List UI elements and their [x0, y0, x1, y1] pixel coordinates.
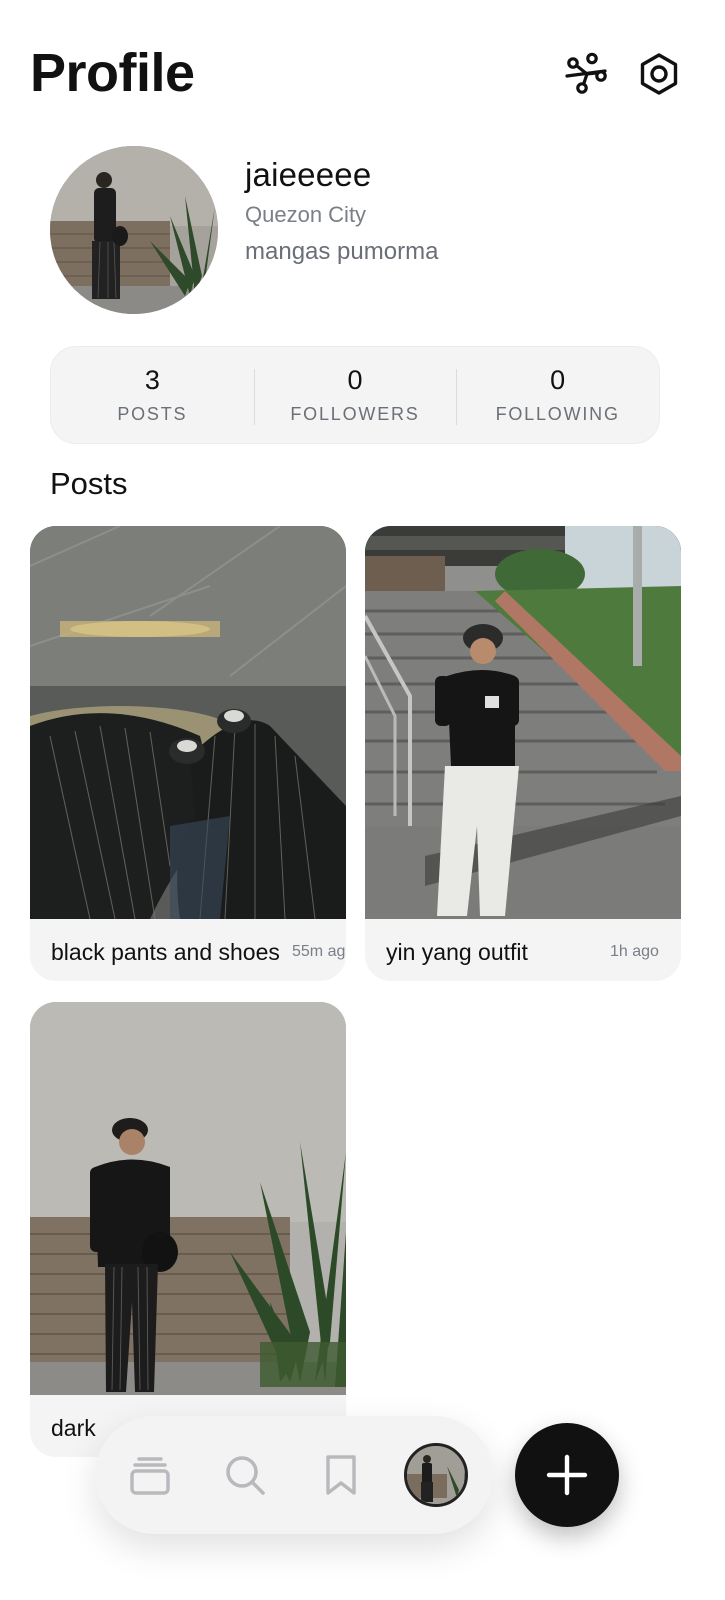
- share-nodes-icon[interactable]: [565, 52, 609, 96]
- header: Profile: [0, 0, 725, 140]
- username: jaieeeee: [245, 156, 372, 193]
- stat-label: POSTS: [117, 404, 188, 424]
- post-card[interactable]: black pants and shoes 55m ago: [30, 526, 346, 981]
- location: Quezon City: [245, 202, 367, 227]
- bottom-nav: [95, 1416, 493, 1534]
- stat-followers[interactable]: 0 FOLLOWERS: [253, 347, 457, 443]
- wall-outfit-photo: [30, 1002, 346, 1395]
- profile-text: jaieeeee Quezon City mangas pumorma: [245, 156, 438, 266]
- post-meta: yin yang outfit 1h ago: [365, 919, 681, 981]
- search-icon[interactable]: [215, 1445, 275, 1505]
- stat-label: FOLLOWING: [495, 404, 620, 424]
- post-title: yin yang outfit: [386, 939, 528, 965]
- posts-heading: Posts: [50, 466, 128, 501]
- stairs-outfit-photo: [365, 526, 681, 919]
- profile-avatar[interactable]: [404, 1443, 468, 1507]
- avatar[interactable]: [50, 146, 218, 314]
- stats-panel: 3 POSTS 0 FOLLOWERS 0 FOLLOWING: [50, 346, 660, 444]
- post-title: dark: [51, 1415, 96, 1441]
- post-card[interactable]: dark: [30, 1002, 346, 1457]
- bookmark-icon[interactable]: [311, 1445, 371, 1505]
- stat-value: 3: [144, 365, 160, 395]
- stat-posts[interactable]: 3 POSTS: [51, 347, 254, 443]
- post-time: 55m ago: [292, 943, 346, 960]
- profile-info: jaieeeee Quezon City mangas pumorma: [50, 146, 690, 316]
- post-time: 1h ago: [610, 943, 659, 960]
- feed-stack-icon[interactable]: [120, 1445, 180, 1505]
- stat-value: 0: [550, 365, 566, 395]
- plus-icon: [546, 1454, 588, 1496]
- page-title: Profile: [30, 43, 195, 103]
- post-title: black pants and shoes: [51, 939, 280, 965]
- bio: mangas pumorma: [245, 238, 439, 265]
- stat-value: 0: [347, 365, 363, 395]
- stat-label: FOLLOWERS: [290, 404, 420, 424]
- stat-following[interactable]: 0 FOLLOWING: [456, 347, 659, 443]
- add-post-button[interactable]: [515, 1423, 619, 1527]
- post-card[interactable]: yin yang outfit 1h ago: [365, 526, 681, 981]
- post-meta: black pants and shoes 55m ago: [30, 919, 346, 981]
- pinstripe-pants-photo: [30, 526, 346, 919]
- settings-hexagon-icon[interactable]: [637, 52, 681, 96]
